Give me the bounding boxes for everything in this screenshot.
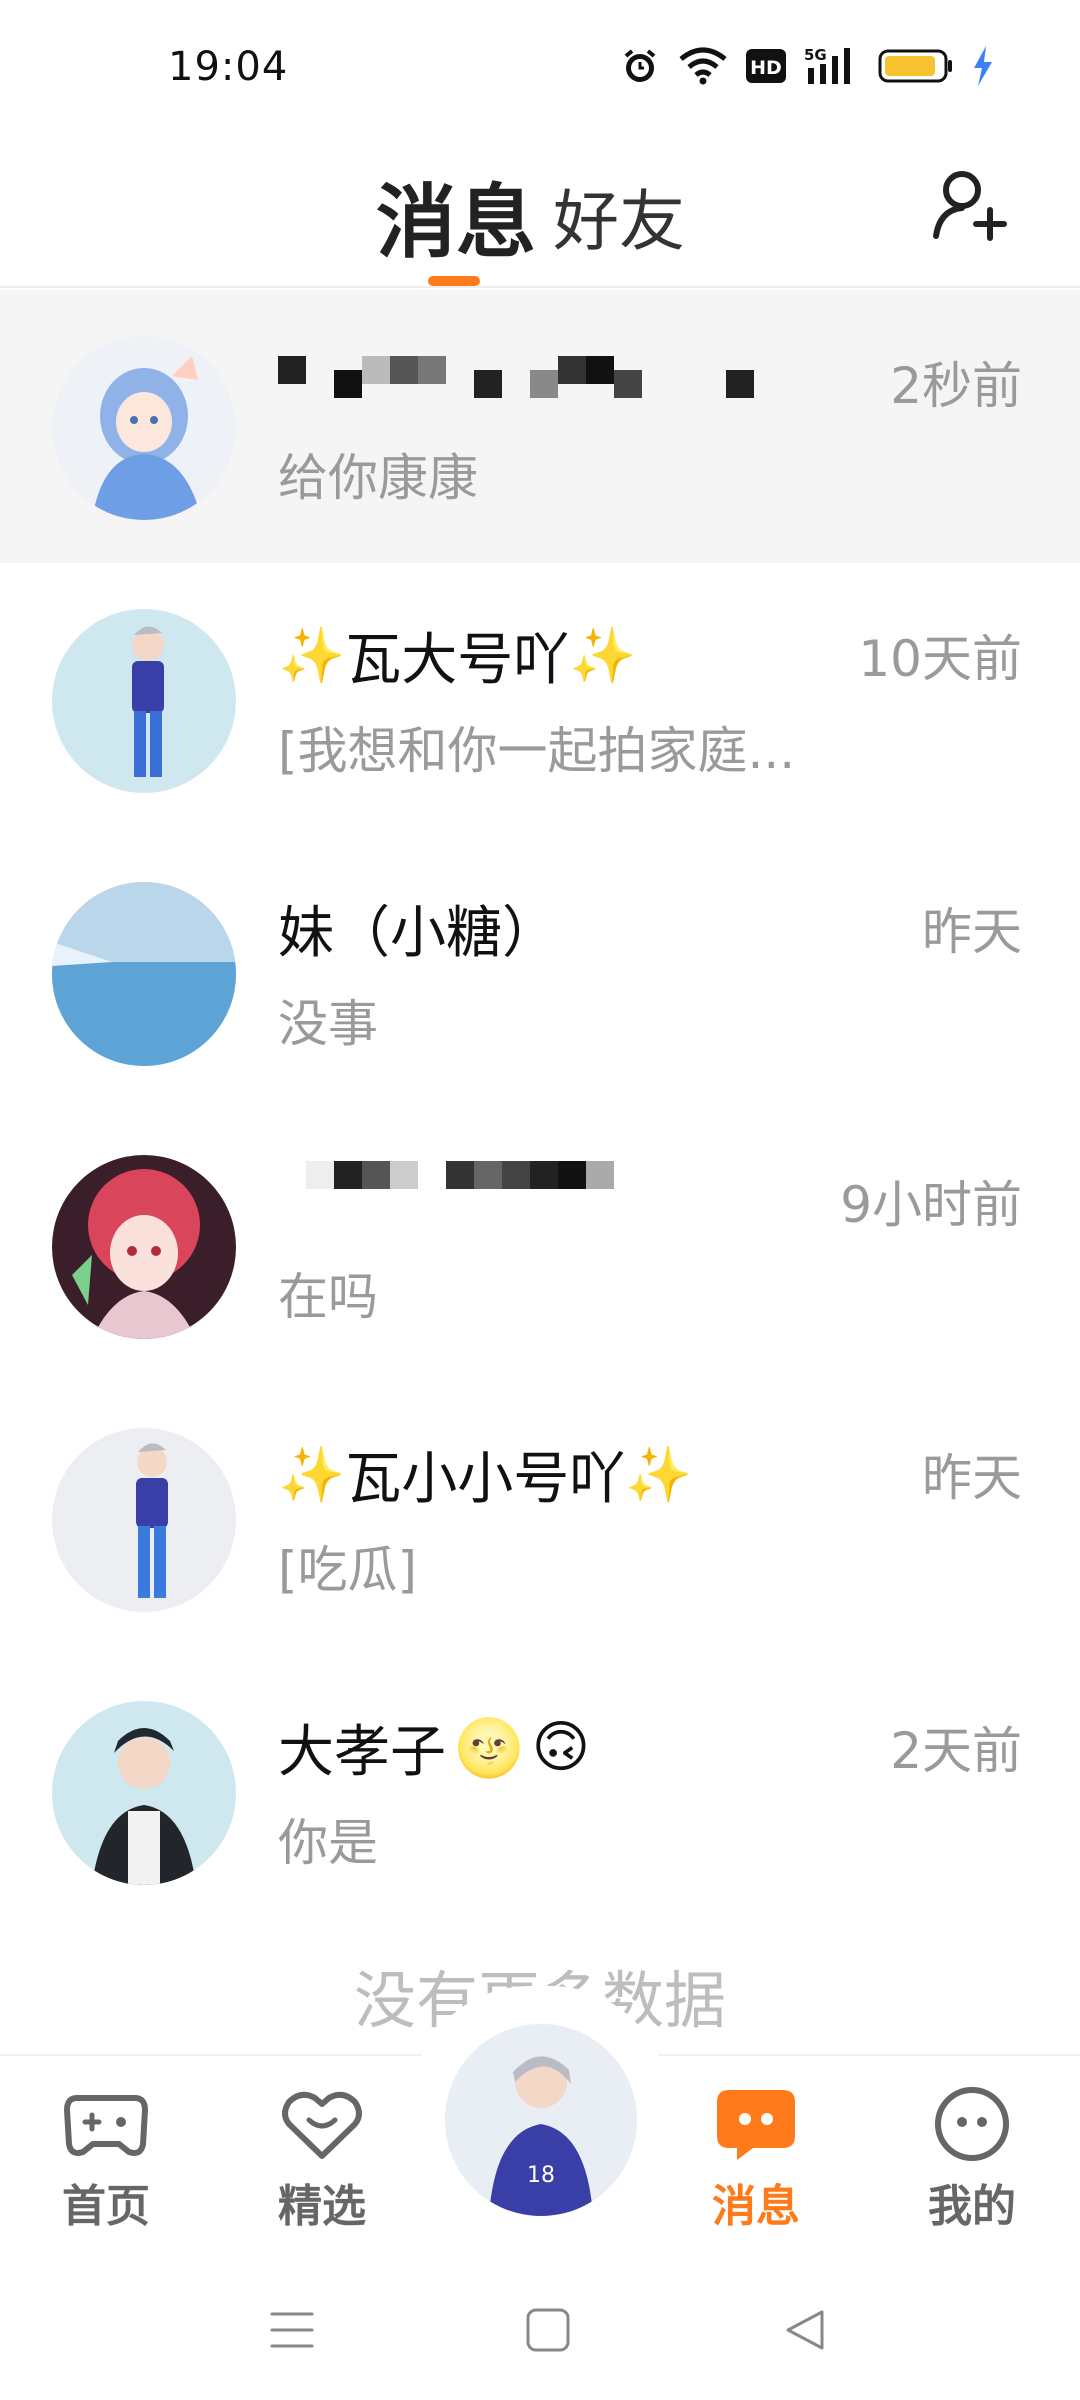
- conversation-preview: 给你康康: [278, 449, 478, 507]
- hd-icon: HD: [746, 49, 786, 83]
- heart-chat-icon: [282, 2091, 362, 2159]
- sparkle-icon: ✨: [625, 1442, 693, 1506]
- conversation-name: ✨ 瓦小小号吖 ✨: [278, 1442, 693, 1513]
- avatar: [52, 1701, 236, 1885]
- conversation-preview: [吃瓜]: [278, 1541, 418, 1599]
- conversation-name: ✨ 瓦大号吖 ✨: [278, 623, 637, 694]
- battery-icon: [878, 47, 954, 85]
- svg-text:5G: 5G: [804, 46, 827, 64]
- nav-label: 我的: [928, 2181, 1016, 2232]
- avatar: [52, 882, 236, 1066]
- conversation-item[interactable]: 9小时前 在吗: [0, 1109, 1080, 1382]
- conversation-name: 妹（小糖）: [278, 901, 558, 966]
- header: 消息 好友: [0, 120, 1080, 288]
- alarm-icon: [620, 46, 660, 86]
- svg-text:18: 18: [527, 2163, 555, 2188]
- conversation-name-redacted: [278, 342, 754, 398]
- system-navigation-bar: [0, 2250, 1080, 2400]
- nav-label: 消息: [712, 2181, 800, 2232]
- conversation-item[interactable]: ✨ 瓦大号吖 ✨ 10天前 [我想和你一起拍家庭...: [0, 563, 1080, 836]
- conversation-preview: 在吗: [278, 1268, 378, 1326]
- conversation-name: 大孝子 🌝 🙃: [278, 1715, 591, 1785]
- nav-label: 精选: [278, 2181, 366, 2232]
- avatar: [52, 1155, 236, 1339]
- conversation-time: 昨天: [922, 903, 1022, 961]
- avatar: [52, 609, 236, 793]
- conversation-preview: [我想和你一起拍家庭...: [278, 722, 796, 780]
- conversation-list: 2秒前 给你康康 ✨ 瓦大号吖 ✨ 10天前 [我想和你一起拍家庭... 妹（小…: [0, 290, 1080, 1928]
- nav-item-messages[interactable]: 消息: [686, 2086, 826, 2234]
- conversation-preview: 你是: [278, 1814, 378, 1872]
- active-tab-indicator: [428, 276, 480, 286]
- tab-friends[interactable]: 好友: [553, 168, 685, 264]
- home-square-icon[interactable]: [518, 2300, 578, 2360]
- nav-item-featured[interactable]: 精选: [252, 2086, 392, 2234]
- conversation-name-redacted: [278, 1161, 614, 1189]
- nav-item-me[interactable]: 我的: [902, 2086, 1042, 2234]
- back-triangle-icon[interactable]: [776, 2300, 836, 2360]
- conversation-time: 9小时前: [840, 1176, 1022, 1234]
- status-bar: 19:04 HD 5G: [0, 0, 1080, 120]
- status-icons: HD 5G: [620, 46, 994, 86]
- conversation-item[interactable]: 大孝子 🌝 🙃 2天前 你是: [0, 1655, 1080, 1928]
- avatar: [52, 1428, 236, 1612]
- upside-down-face-emoji: 🙃: [531, 1715, 591, 1780]
- 5g-signal-icon: 5G: [804, 46, 860, 86]
- tab-messages[interactable]: 消息: [376, 158, 536, 274]
- status-time: 19:04: [168, 44, 289, 90]
- chat-bubble-icon: [717, 2090, 795, 2160]
- conversation-item[interactable]: 妹（小糖） 昨天 没事: [0, 836, 1080, 1109]
- center-avatar-button[interactable]: 18: [445, 2024, 637, 2216]
- wifi-icon: [678, 47, 728, 85]
- conversation-time: 10天前: [858, 630, 1022, 688]
- sparkle-icon: ✨: [278, 1442, 346, 1506]
- charging-icon: [972, 46, 994, 86]
- conversation-time: 昨天: [922, 1449, 1022, 1507]
- avatar: [52, 336, 236, 520]
- svg-text:HD: HD: [750, 57, 782, 79]
- nav-item-home[interactable]: 首页: [36, 2086, 176, 2234]
- conversation-time: 2天前: [890, 1722, 1022, 1780]
- smiley-face-icon: [935, 2087, 1009, 2161]
- conversation-time: 2秒前: [890, 357, 1022, 415]
- add-person-icon[interactable]: [930, 164, 1010, 244]
- sparkle-icon: ✨: [278, 623, 346, 687]
- sparkle-icon: ✨: [569, 623, 637, 687]
- conversation-preview: 没事: [278, 995, 378, 1053]
- conversation-item[interactable]: ✨ 瓦小小号吖 ✨ 昨天 [吃瓜]: [0, 1382, 1080, 1655]
- menu-icon[interactable]: [262, 2300, 322, 2360]
- gamepad-icon: [64, 2095, 148, 2156]
- conversation-item[interactable]: 2秒前 给你康康: [0, 290, 1080, 563]
- nav-label: 首页: [62, 2181, 150, 2232]
- moon-face-emoji: 🌝: [454, 1715, 524, 1781]
